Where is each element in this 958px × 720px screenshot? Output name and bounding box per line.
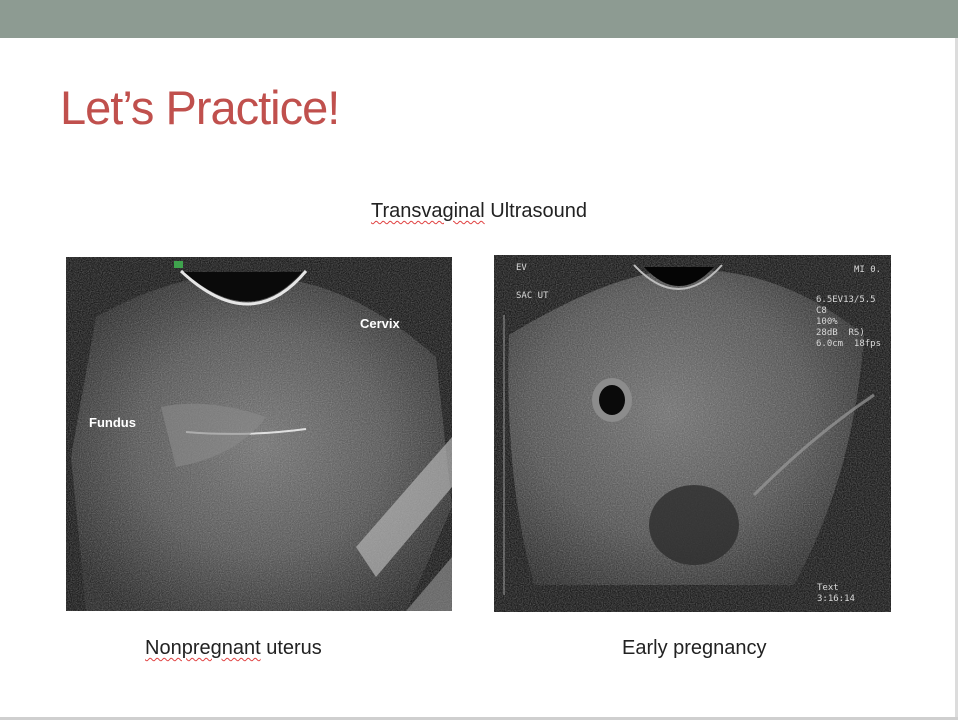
subtitle-word-transvaginal: Transvaginal	[370, 200, 485, 222]
caption-early-pregnancy: Early pregnancy	[622, 637, 767, 659]
caption-nonpregnant-uterus: Nonpregnant uterus	[145, 637, 322, 660]
label-fundus: Fundus	[89, 415, 136, 430]
caption-word-uterus: uterus	[260, 637, 322, 659]
window-top-bar	[0, 0, 958, 38]
overlay-time: Text 3:16:14	[817, 583, 855, 604]
overlay-params: 6.5EV13/5.5 C8 100% 28dB RS) 6.0cm 18fps	[816, 295, 882, 349]
nonpregnant-ultrasound-image: Cervix Fundus	[66, 257, 452, 611]
subtitle-word-ultrasound: Ultrasound	[484, 200, 588, 222]
overlay-mi: MI 0.	[854, 265, 882, 275]
caption-word-nonpregnant: Nonpregnant	[145, 637, 261, 659]
overlay-ev: EV	[516, 263, 527, 273]
nonpregnant-ultrasound-graphic	[66, 257, 452, 611]
label-cervix: Cervix	[360, 316, 400, 331]
overlay-sac-ut: SAC UT	[516, 291, 549, 301]
slide-title: Let’s Practice!	[60, 81, 340, 134]
slide-subtitle: Transvaginal Ultrasound	[0, 200, 958, 223]
early-pregnancy-ultrasound-image: EV SAC UT MI 0. 6.5EV13/5.5 C8 100% 28dB…	[494, 255, 891, 612]
